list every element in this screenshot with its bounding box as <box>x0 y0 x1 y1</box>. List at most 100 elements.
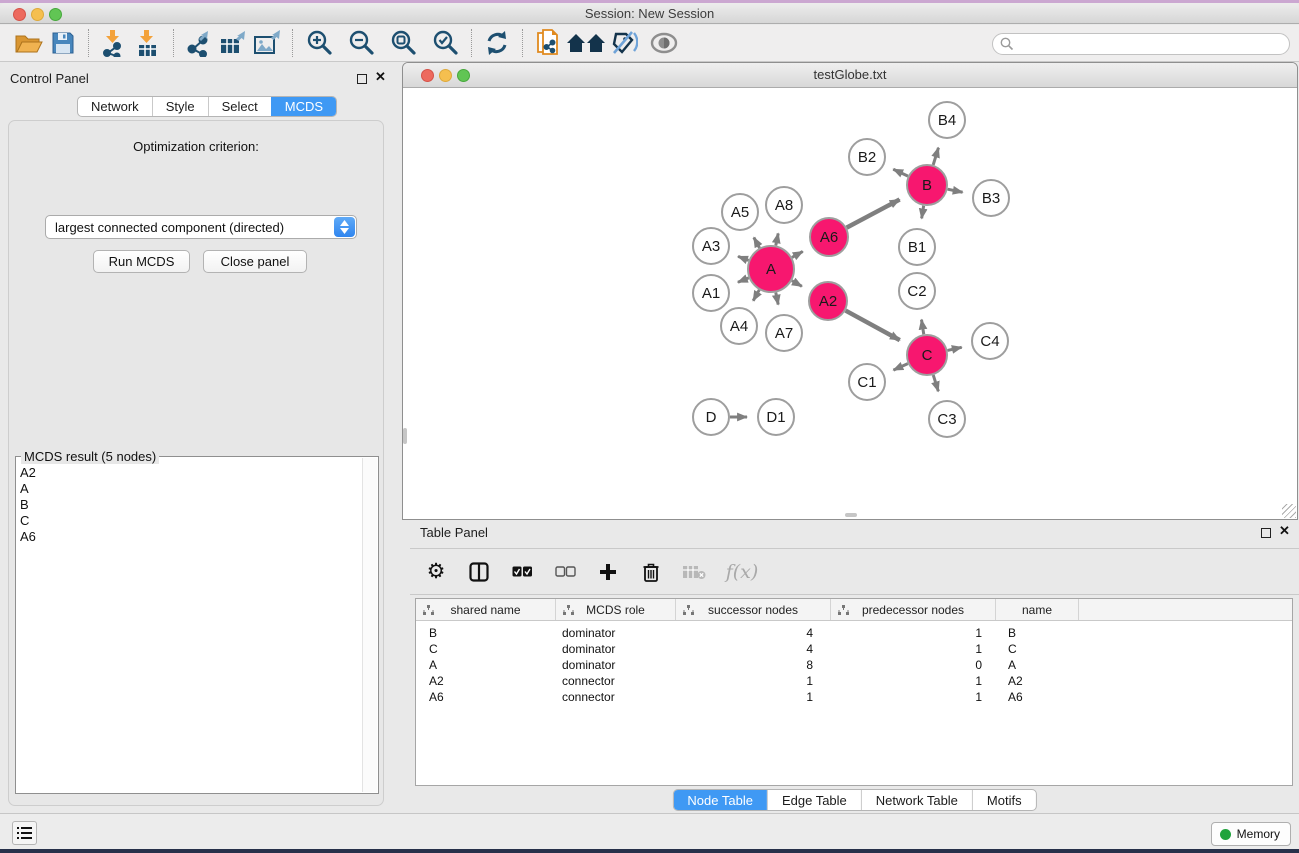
mcds-result-item[interactable]: B <box>20 497 360 513</box>
deselect-all-rows-button[interactable] <box>553 559 577 585</box>
table-cell[interactable]: 1 <box>830 626 995 640</box>
table-cell[interactable]: B <box>416 626 555 640</box>
graph-edge-B-B3[interactable] <box>948 189 963 192</box>
table-cell[interactable]: dominator <box>555 658 675 672</box>
function-builder-button[interactable]: f(x) <box>725 559 759 585</box>
export-table-button[interactable] <box>216 27 250 59</box>
table-cell[interactable]: B <box>995 626 1078 640</box>
table-cell[interactable]: 1 <box>675 674 830 688</box>
save-session-button[interactable] <box>46 27 80 59</box>
graph-edge-B-B4[interactable] <box>933 148 938 165</box>
memory-button[interactable]: Memory <box>1211 822 1291 846</box>
delete-table-button[interactable] <box>682 559 706 585</box>
table-cell[interactable]: connector <box>555 690 675 704</box>
float-panel-icon[interactable] <box>357 74 367 84</box>
duplicate-network-button[interactable] <box>531 27 565 59</box>
table-cell[interactable]: 1 <box>830 690 995 704</box>
tab-network-table[interactable]: Network Table <box>861 790 972 810</box>
add-column-button[interactable] <box>596 559 620 585</box>
graph-edge-A-A7[interactable] <box>776 293 778 305</box>
column-browser-button[interactable] <box>467 559 491 585</box>
criterion-dropdown[interactable]: largest connected component (directed) <box>45 215 357 239</box>
close-panel-icon[interactable]: ✕ <box>375 69 386 85</box>
tab-edge-table[interactable]: Edge Table <box>767 790 861 810</box>
graph-edge-A-A4[interactable] <box>753 290 759 301</box>
column-header-successor-nodes[interactable]: successor nodes <box>675 599 830 620</box>
table-cell[interactable]: A <box>416 658 555 672</box>
network-canvas[interactable]: B4B2BB3A8A5A6A3B1AC2A1A2A4A7C4CC1DD1C3 <box>403 88 1297 519</box>
home-view-button[interactable] <box>565 27 607 59</box>
import-table-button[interactable] <box>131 27 165 59</box>
select-all-rows-button[interactable] <box>510 559 534 585</box>
graph-edge-A2-C[interactable] <box>846 311 900 341</box>
table-cell[interactable]: 4 <box>675 642 830 656</box>
column-header-mcds-role[interactable]: MCDS role <box>555 599 675 620</box>
window-resize-grip[interactable] <box>1282 504 1296 518</box>
network-horizontal-scroll-thumb[interactable] <box>845 513 857 517</box>
graph-edge-A6-B[interactable] <box>847 200 900 228</box>
graph-edge-A-A8[interactable] <box>776 233 778 245</box>
table-row[interactable]: A2connector11A2 <box>416 673 1292 689</box>
table-cell[interactable]: A6 <box>995 690 1078 704</box>
export-network-button[interactable] <box>182 27 216 59</box>
table-cell[interactable]: connector <box>555 674 675 688</box>
mcds-result-item[interactable]: A2 <box>20 465 360 481</box>
mcds-result-item[interactable]: A <box>20 481 360 497</box>
tab-node-table[interactable]: Node Table <box>673 790 767 810</box>
delete-column-button[interactable] <box>639 559 663 585</box>
graph-edge-A-A5[interactable] <box>754 237 760 247</box>
graph-edge-B-B2[interactable] <box>893 169 908 176</box>
table-cell[interactable]: 1 <box>830 674 995 688</box>
hide-labels-button[interactable] <box>607 27 641 59</box>
table-cell[interactable]: A <box>995 658 1078 672</box>
tab-network[interactable]: Network <box>78 97 152 116</box>
import-network-button[interactable] <box>97 27 131 59</box>
graph-edge-A-A2[interactable] <box>792 281 802 287</box>
result-scrollbar[interactable] <box>362 458 377 792</box>
mcds-result-list[interactable]: A2ABCA6 <box>20 465 360 791</box>
refresh-network-button[interactable] <box>480 27 514 59</box>
table-cell[interactable]: dominator <box>555 642 675 656</box>
export-image-button[interactable] <box>250 27 284 59</box>
graph-edge-C-C2[interactable] <box>921 320 923 335</box>
mcds-result-item[interactable]: C <box>20 513 360 529</box>
table-cell[interactable]: 1 <box>830 642 995 656</box>
table-row[interactable]: A6connector11A6 <box>416 689 1292 705</box>
column-header-shared-name[interactable]: shared name <box>416 599 555 620</box>
graphics-details-button[interactable] <box>647 27 681 59</box>
close-panel-button[interactable]: Close panel <box>203 250 307 273</box>
table-row[interactable]: Bdominator41B <box>416 625 1292 641</box>
mcds-result-item[interactable]: A6 <box>20 529 360 545</box>
table-cell[interactable]: dominator <box>555 626 675 640</box>
graph-edge-C-C3[interactable] <box>933 375 938 391</box>
table-cell[interactable]: 0 <box>830 658 995 672</box>
zoom-selected-button[interactable] <box>429 27 463 59</box>
network-graph[interactable]: B4B2BB3A8A5A6A3B1AC2A1A2A4A7C4CC1DD1C3 <box>403 88 1297 519</box>
table-row[interactable]: Cdominator41C <box>416 641 1292 657</box>
table-cell[interactable]: 1 <box>675 690 830 704</box>
search-input[interactable] <box>992 33 1290 55</box>
column-header-name[interactable]: name <box>995 599 1078 620</box>
table-cell[interactable]: A2 <box>995 674 1078 688</box>
task-history-button[interactable] <box>12 821 37 845</box>
table-float-icon[interactable] <box>1261 528 1271 538</box>
table-cell[interactable]: A2 <box>416 674 555 688</box>
graph-edge-A-A6[interactable] <box>792 251 803 257</box>
table-cell[interactable]: 8 <box>675 658 830 672</box>
zoom-fit-button[interactable] <box>387 27 421 59</box>
table-settings-button[interactable]: ⚙ <box>424 559 448 585</box>
zoom-out-button[interactable] <box>345 27 379 59</box>
tab-select[interactable]: Select <box>208 97 271 116</box>
graph-edge-B-B1[interactable] <box>922 206 924 219</box>
table-cell[interactable]: 4 <box>675 626 830 640</box>
table-close-icon[interactable]: ✕ <box>1279 523 1290 539</box>
table-cell[interactable]: A6 <box>416 690 555 704</box>
graph-edge-A-A1[interactable] <box>738 278 749 282</box>
graph-edge-C-C4[interactable] <box>947 347 961 350</box>
zoom-in-button[interactable] <box>303 27 337 59</box>
column-header-predecessor-nodes[interactable]: predecessor nodes <box>830 599 995 620</box>
graph-edge-A-A3[interactable] <box>738 256 749 260</box>
network-vertical-scroll-thumb[interactable] <box>403 428 407 444</box>
tab-mcds[interactable]: MCDS <box>271 97 336 116</box>
search-field[interactable] <box>992 33 1290 55</box>
